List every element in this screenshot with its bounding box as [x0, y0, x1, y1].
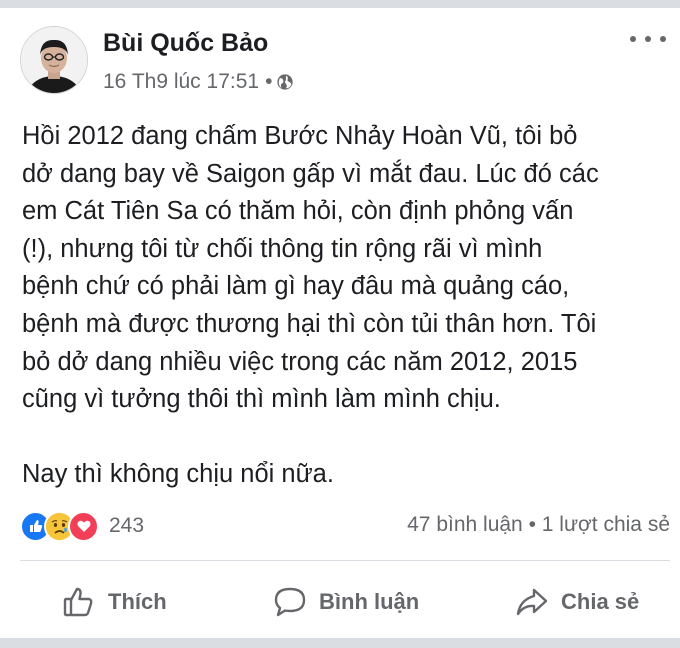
love-glyph [77, 520, 90, 532]
more-dot [660, 36, 666, 42]
action-bar: Thích Bình luận Chia sẻ [0, 578, 680, 626]
post-body: Hồi 2012 đang chấm Bước Nhảy Hoàn Vũ, tô… [22, 118, 662, 494]
post-meta: 16 Th9 lúc 17:51 • [103, 70, 294, 94]
like-glyph [29, 520, 42, 532]
body-line: em Cát Tiên Sa có thăm hỏi, còn định phỏ… [22, 197, 574, 226]
share-label: Chia sẻ [561, 589, 640, 614]
avatar[interactable] [20, 26, 88, 94]
shares-count[interactable]: 1 lượt chia sẻ [542, 513, 670, 536]
stats-separator: • [528, 513, 536, 536]
thumbs-up-icon [63, 587, 93, 617]
body-line: bệnh mà được thương hại thì còn tủi thân… [22, 309, 597, 338]
reactions-summary[interactable]: 243 [20, 510, 144, 542]
body-line: bệnh chứ có phải làm gì hay đâu mà quảng… [22, 272, 570, 301]
more-options-icon[interactable] [630, 28, 666, 50]
body-line: cũng vì tưởng thôi thì mình làm mình chị… [22, 385, 501, 414]
comment-bubble-icon [274, 587, 306, 617]
top-separator [0, 0, 680, 8]
comments-count[interactable]: 47 bình luận [407, 513, 523, 536]
author-name[interactable]: Bùi Quốc Bảo [103, 29, 268, 58]
body-line: Nay thì không chịu nổi nữa. [22, 460, 334, 489]
bottom-separator [0, 638, 680, 648]
meta-separator: • [265, 70, 273, 93]
engagement-stats: 47 bình luận • 1 lượt chia sẻ [407, 513, 670, 537]
avatar-photo [21, 27, 87, 93]
love-icon [68, 510, 99, 542]
body-line: (!), nhưng tôi từ chối thông tin rộng rã… [22, 234, 543, 263]
body-line: dở dang bay về Saigon gấp vì mắt đau. Lú… [22, 159, 599, 188]
more-dot [630, 36, 636, 42]
share-button[interactable]: Chia sẻ [515, 578, 639, 626]
post-timestamp[interactable]: 16 Th9 lúc 17:51 [103, 70, 259, 94]
globe-icon[interactable] [276, 73, 294, 91]
reaction-count: 243 [109, 514, 145, 537]
comment-label: Bình luận [319, 589, 420, 614]
share-arrow-icon [516, 588, 548, 616]
comment-button[interactable]: Bình luận [273, 578, 419, 626]
body-line: Hồi 2012 đang chấm Bước Nhảy Hoàn Vũ, tô… [22, 122, 578, 150]
more-dot [645, 36, 651, 42]
like-label: Thích [108, 589, 167, 614]
divider [20, 560, 670, 561]
post-card: Bùi Quốc Bảo 16 Th9 lúc 17:51 • Hồi 2012… [0, 0, 680, 648]
body-line: bỏ dở dang nhiều việc trong các năm 2012… [22, 347, 578, 376]
like-button[interactable]: Thích [62, 578, 167, 626]
